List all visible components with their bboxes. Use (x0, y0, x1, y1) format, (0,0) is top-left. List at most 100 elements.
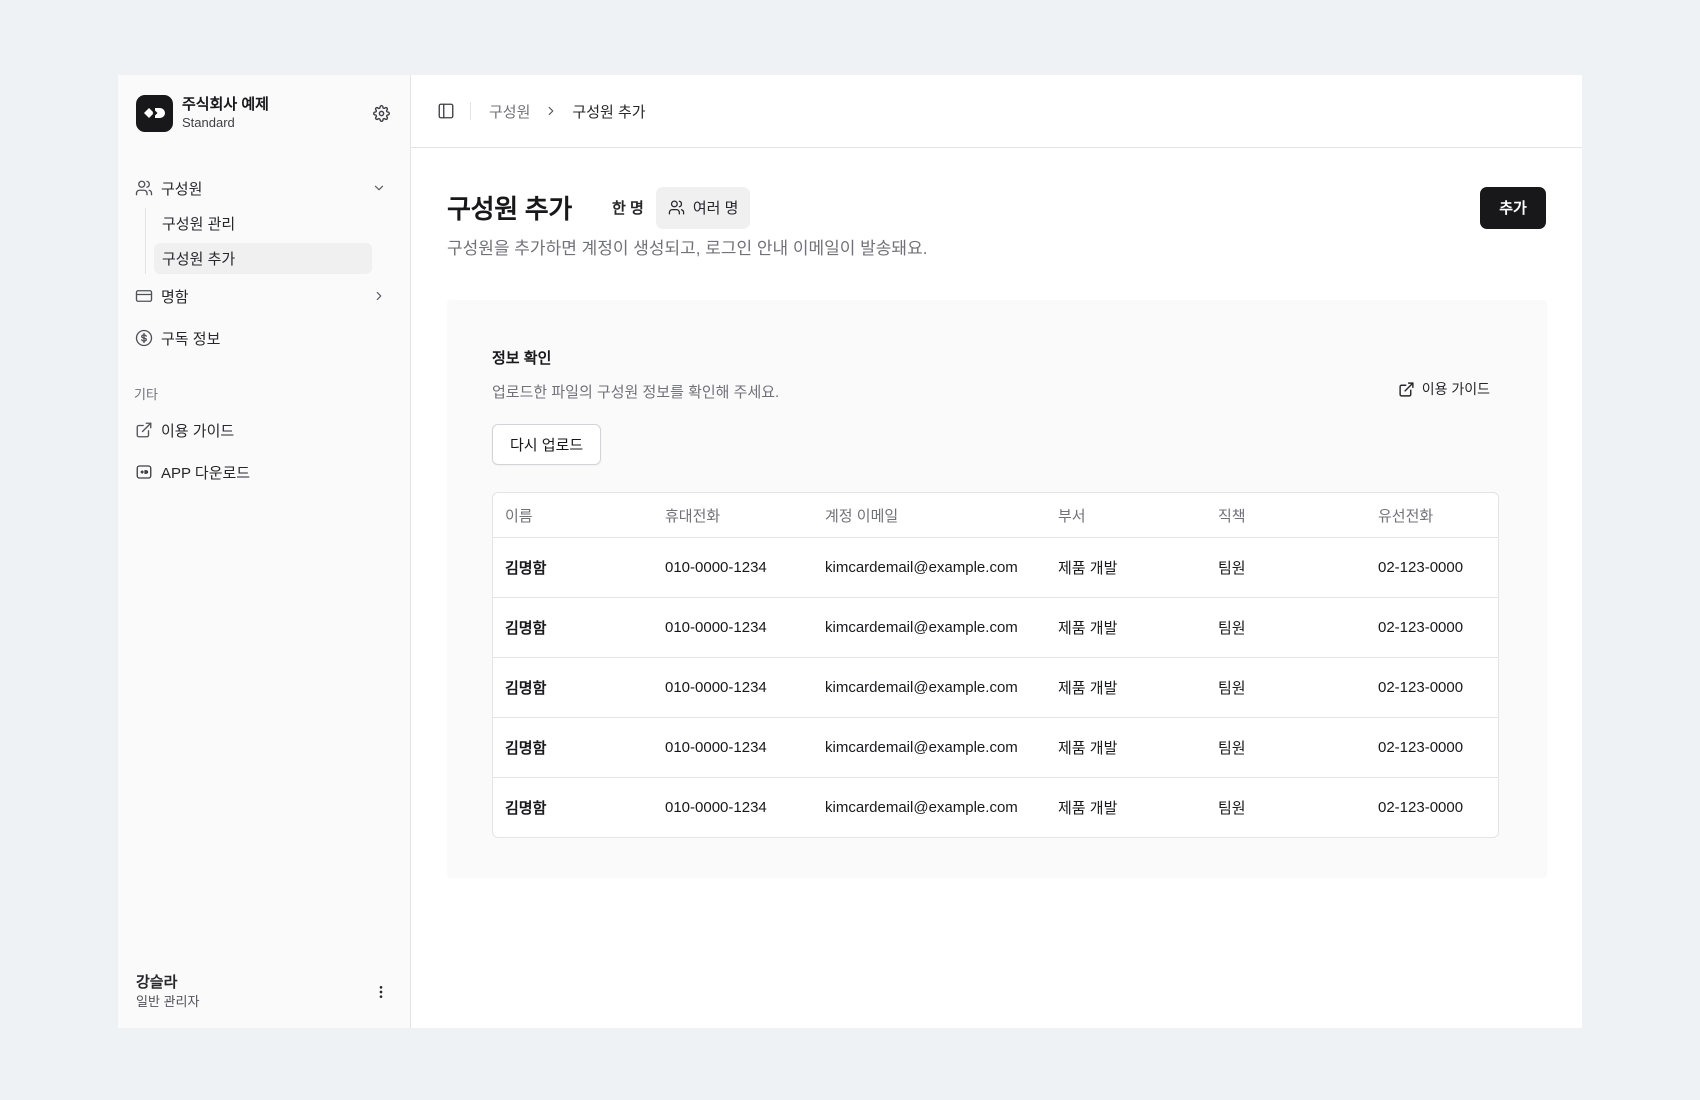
card-icon (134, 286, 154, 306)
cell-landline: 02-123-0000 (1378, 619, 1464, 636)
table-row: 김명함 010-0000-1234 kimcardemail@example.c… (493, 777, 1498, 837)
chevron-right-icon (544, 104, 558, 118)
chevron-down-icon[interactable] (369, 178, 389, 198)
user-role: 일반 관리자 (136, 994, 200, 1009)
usage-guide-label: 이용 가이드 (1421, 381, 1490, 397)
column-header: 직책 (1218, 507, 1246, 525)
cell-position: 팀원 (1218, 680, 1246, 697)
cell-mobile: 010-0000-1234 (665, 799, 767, 816)
brand-plan: Standard (182, 115, 235, 130)
sidebar-item-label: 명함 (161, 288, 189, 306)
tab-multiple-label: 여러 명 (692, 200, 739, 217)
cell-position: 팀원 (1218, 560, 1246, 577)
sidebar-item-label: 구독 정보 (161, 330, 221, 348)
table-row: 김명함 010-0000-1234 kimcardemail@example.c… (493, 537, 1498, 597)
cell-department: 제품 개발 (1058, 560, 1118, 577)
user-name: 강슬라 (136, 974, 178, 991)
section-label-other: 기타 (134, 387, 158, 402)
members-submenu: 구성원 관리 구성원 추가 (145, 208, 393, 274)
table-header: 이름 휴대전화 계정 이메일 부서 직책 유선전화 (493, 493, 1498, 537)
page-title: 구성원 추가 (447, 194, 573, 224)
cell-department: 제품 개발 (1058, 740, 1118, 757)
sidebar-item-cards[interactable]: 명함 (134, 278, 393, 314)
cell-position: 팀원 (1218, 800, 1246, 817)
sidebar-item-subscription[interactable]: 구독 정보 (134, 320, 393, 356)
cell-email: kimcardemail@example.com (825, 679, 1018, 696)
tab-single-label: 한 명 (612, 200, 644, 217)
dollar-circle-icon (134, 328, 154, 348)
cell-email: kimcardemail@example.com (825, 739, 1018, 756)
sidebar-item-guide[interactable]: 이용 가이드 (134, 412, 393, 448)
chevron-right-icon[interactable] (369, 286, 389, 306)
sidebar-item-member-management[interactable]: 구성원 관리 (154, 208, 372, 239)
breadcrumb-current: 구성원 추가 (572, 103, 646, 121)
column-header: 휴대전화 (665, 507, 721, 525)
cell-department: 제품 개발 (1058, 620, 1118, 637)
add-mode-toggle: 한 명 여러 명 (600, 186, 751, 229)
card-title: 정보 확인 (492, 350, 552, 367)
cell-landline: 02-123-0000 (1378, 559, 1464, 576)
cell-department: 제품 개발 (1058, 680, 1118, 697)
add-button[interactable]: 추가 (1480, 186, 1546, 229)
column-header: 부서 (1058, 507, 1086, 525)
page-description: 구성원을 추가하면 계정이 생성되고, 로그인 안내 이메일이 발송돼요. (447, 239, 928, 258)
cell-name: 김명함 (505, 560, 547, 577)
reupload-button[interactable]: 다시 업로드 (492, 424, 602, 465)
sidebar: 주식회사 예제 Standard 구성원 구성원 관리 구성원 추가 명함 구독… (118, 75, 411, 1028)
main-content: 구성원 구성원 추가 구성원 추가 한 명 여러 명 추가 구성원을 추가하면 … (411, 75, 1582, 1028)
sidebar-item-label: 구성원 (161, 180, 203, 198)
column-header: 이름 (505, 507, 533, 525)
app-window: 주식회사 예제 Standard 구성원 구성원 관리 구성원 추가 명함 구독… (118, 75, 1582, 1028)
cell-name: 김명함 (505, 800, 547, 817)
external-link-icon (1398, 381, 1415, 398)
cell-name: 김명함 (505, 740, 547, 757)
topbar: 구성원 구성원 추가 (411, 75, 1582, 148)
cell-email: kimcardemail@example.com (825, 619, 1018, 636)
info-check-card: 정보 확인 업로드한 파일의 구성원 정보를 확인해 주세요. 이용 가이드 다… (447, 300, 1547, 878)
app-icon (134, 462, 154, 482)
cell-name: 김명함 (505, 680, 547, 697)
sidebar-item-label: 이용 가이드 (161, 422, 235, 440)
cell-mobile: 010-0000-1234 (665, 679, 767, 696)
cell-mobile: 010-0000-1234 (665, 559, 767, 576)
cell-email: kimcardemail@example.com (825, 559, 1018, 576)
cell-landline: 02-123-0000 (1378, 679, 1464, 696)
members-table: 이름 휴대전화 계정 이메일 부서 직책 유선전화 김명함 010-0000-1… (492, 492, 1499, 838)
cell-position: 팀원 (1218, 620, 1246, 637)
cell-mobile: 010-0000-1234 (665, 739, 767, 756)
cell-landline: 02-123-0000 (1378, 739, 1464, 756)
workspace-brand[interactable]: 주식회사 예제 Standard (136, 94, 391, 132)
more-vertical-icon[interactable] (371, 982, 391, 1002)
sidebar-item-member-add[interactable]: 구성원 추가 (154, 243, 372, 274)
cell-department: 제품 개발 (1058, 800, 1118, 817)
page-header: 구성원 추가 한 명 여러 명 추가 (447, 186, 1546, 229)
tab-multiple[interactable]: 여러 명 (655, 186, 751, 229)
table-row: 김명함 010-0000-1234 kimcardemail@example.c… (493, 657, 1498, 717)
usage-guide-link[interactable]: 이용 가이드 (1398, 379, 1490, 399)
user-profile[interactable]: 강슬라 일반 관리자 (136, 972, 391, 1012)
card-description: 업로드한 파일의 구성원 정보를 확인해 주세요. (492, 384, 780, 401)
tab-single[interactable]: 한 명 (600, 187, 656, 229)
column-header: 유선전화 (1378, 507, 1434, 525)
table-row: 김명함 010-0000-1234 kimcardemail@example.c… (493, 597, 1498, 657)
users-icon (668, 199, 685, 216)
column-header: 계정 이메일 (825, 507, 899, 525)
cell-name: 김명함 (505, 620, 547, 637)
users-icon (134, 178, 154, 198)
gear-icon[interactable] (371, 103, 391, 123)
sidebar-item-label: APP 다운로드 (161, 464, 251, 482)
brand-name: 주식회사 예제 (182, 96, 269, 113)
table-row: 김명함 010-0000-1234 kimcardemail@example.c… (493, 717, 1498, 777)
external-link-icon (134, 420, 154, 440)
breadcrumb-parent[interactable]: 구성원 (489, 101, 530, 122)
sidebar-toggle-icon[interactable] (436, 101, 456, 121)
cell-mobile: 010-0000-1234 (665, 619, 767, 636)
brand-logo (136, 94, 173, 132)
sidebar-item-members[interactable]: 구성원 (134, 170, 393, 206)
cell-landline: 02-123-0000 (1378, 799, 1464, 816)
cell-position: 팀원 (1218, 740, 1246, 757)
cell-email: kimcardemail@example.com (825, 799, 1018, 816)
sidebar-item-app-download[interactable]: APP 다운로드 (134, 454, 393, 490)
sidebar-nav: 구성원 구성원 관리 구성원 추가 명함 구독 정보 기타 이용 가이드 APP… (134, 170, 393, 490)
divider (470, 102, 471, 120)
